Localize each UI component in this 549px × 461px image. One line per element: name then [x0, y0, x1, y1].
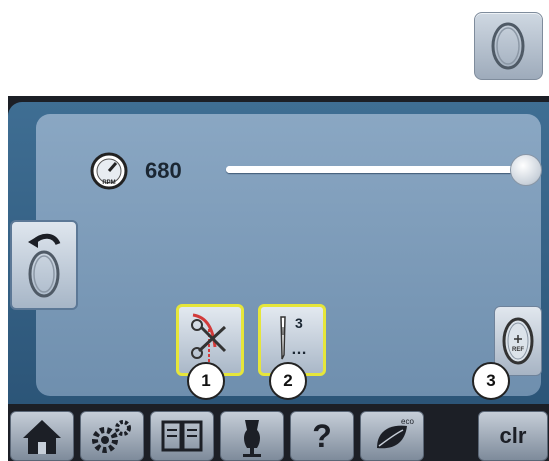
speed-slider[interactable] — [226, 154, 542, 186]
svg-text:eco: eco — [401, 417, 414, 426]
needle-stop-dots: … — [291, 341, 307, 358]
speed-settings-area: RPM 680 3 … REF 1 2 3 — [36, 114, 542, 400]
oval-hoop-icon — [491, 22, 525, 70]
bottom-toolbar: ? eco clr — [8, 406, 549, 461]
speed-slider-fill — [226, 166, 526, 173]
settings-gears-icon — [92, 420, 131, 453]
settings-panel: RPM 680 3 … REF 1 2 3 — [8, 102, 549, 404]
back-button[interactable] — [10, 220, 78, 310]
machine-screen: RPM 680 3 … REF 1 2 3 ? eco clr — [8, 96, 549, 461]
eco-leaf-icon: eco — [377, 417, 414, 449]
needle-stop-number: 3 — [295, 315, 303, 331]
clear-button[interactable]: clr — [478, 411, 548, 461]
speed-slider-knob[interactable] — [510, 154, 542, 186]
eco-button[interactable]: eco — [360, 411, 424, 461]
speed-value: 680 — [145, 158, 182, 183]
tutorial-button[interactable] — [150, 411, 214, 461]
speedometer-rpm-icon: RPM — [90, 152, 128, 190]
help-button[interactable]: ? — [290, 411, 354, 461]
callout-3: 3 — [472, 362, 510, 400]
svg-text:RPM: RPM — [102, 180, 115, 186]
callout-1: 1 — [187, 362, 225, 400]
settings-button[interactable] — [80, 411, 144, 461]
dress-form-icon — [243, 420, 261, 457]
hoop-back-icon — [28, 233, 61, 298]
consultant-button[interactable] — [220, 411, 284, 461]
callout-2: 2 — [269, 362, 307, 400]
hoop-indicator-button[interactable] — [474, 12, 543, 80]
home-button[interactable] — [10, 411, 74, 461]
svg-text:REF: REF — [512, 347, 524, 353]
home-icon — [23, 420, 61, 454]
tutorial-book-icon — [161, 420, 203, 452]
